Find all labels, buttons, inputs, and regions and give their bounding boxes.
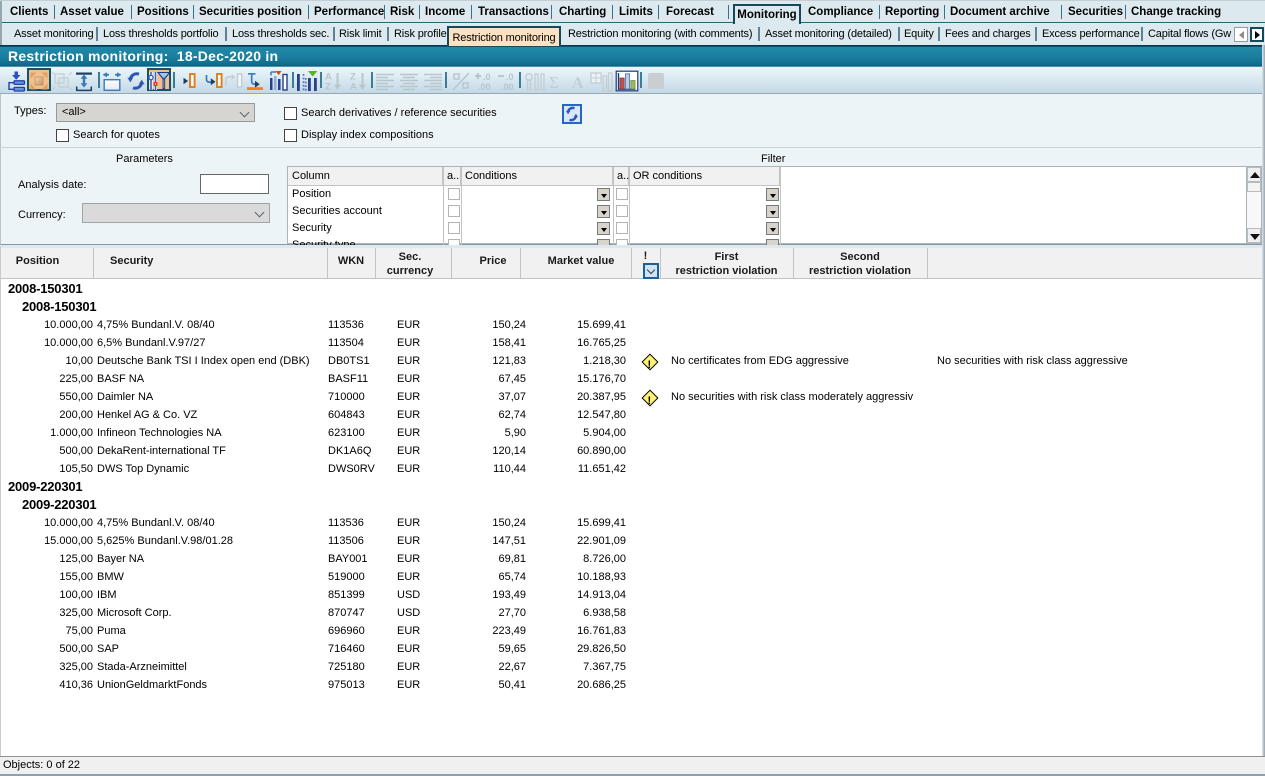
svg-text:.00: .00 [478, 82, 491, 92]
svg-text:A: A [572, 75, 584, 92]
svg-text:Z: Z [325, 82, 331, 93]
svg-text:.0: .0 [483, 72, 491, 82]
svg-text:.00: .00 [501, 82, 514, 92]
svg-text:.0: .0 [506, 72, 514, 82]
svg-text:A: A [350, 82, 357, 93]
svg-text:Σ: Σ [549, 73, 559, 92]
